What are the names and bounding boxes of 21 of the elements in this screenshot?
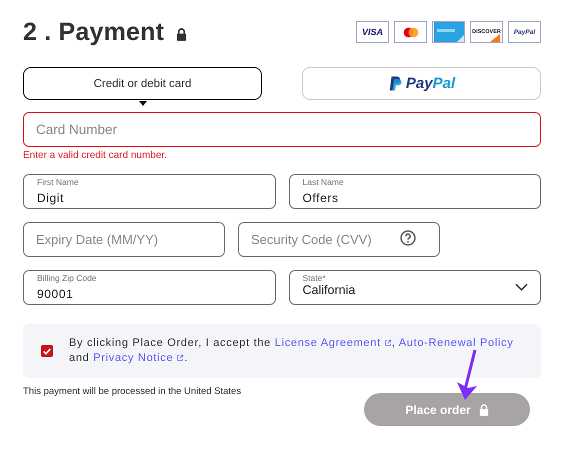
section-title: 2 . Payment [23,18,164,46]
input-field[interactable]: Billing Zip Code 90001 [23,270,276,305]
field-label: First Name [37,177,79,187]
field-label: State* [302,273,326,283]
note-text: This payment will be processed in the United States [23,386,242,397]
input-field[interactable]: Expiry Date (MM/YY) [23,222,225,257]
state-dropdown[interactable]: State* California [288,270,541,305]
input-field[interactable]: Last Name Offers [288,174,541,209]
input-field[interactable]: First Name Digit [23,174,276,209]
link[interactable]: Privacy Notice [93,352,184,364]
card-number-field[interactable]: Card Number [23,112,541,147]
consent-text: By clicking Place Order, I accept the License Agreement , Auto-Renewal Policy and Privacy Notice . [69,336,515,366]
link[interactable]: License Agreement [274,337,392,349]
payment-tab[interactable]: PayPal [302,67,541,100]
input-field[interactable]: Security Code (CVV) [238,222,440,257]
error-message: Enter a valid credit card number. [23,150,168,161]
payment-tab[interactable]: Credit or debit card [23,67,262,100]
field-label: Billing Zip Code [37,273,97,283]
link[interactable]: Auto-Renewal Policy [398,337,514,349]
field-label: Last Name [302,177,344,187]
card-brand-logo: VISA [356,21,389,43]
